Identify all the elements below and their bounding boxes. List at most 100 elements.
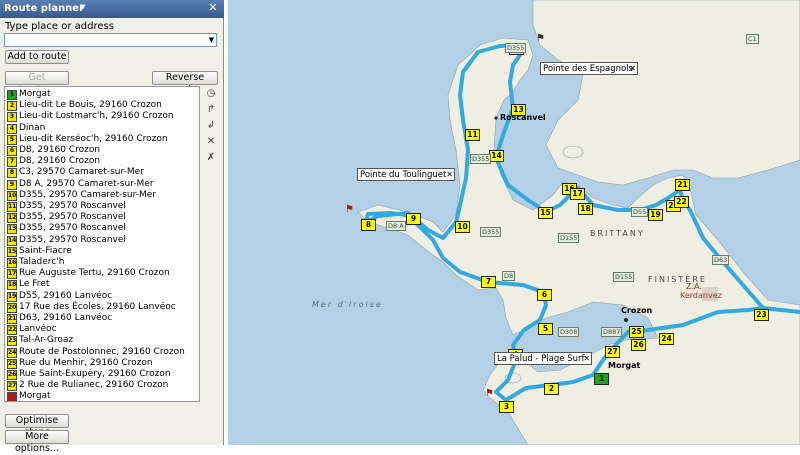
callout-label: La Palud - Plage Surf bbox=[497, 354, 585, 364]
route-marker[interactable]: 8 bbox=[361, 219, 376, 231]
route-marker[interactable]: 26 bbox=[631, 339, 646, 351]
road-label: C1 bbox=[746, 34, 759, 44]
move-down-icon[interactable]: ↲ bbox=[204, 120, 218, 132]
stop-label: Rue Auguste Tertu, 29160 Crozon bbox=[19, 268, 170, 279]
place-morgat: Morgat bbox=[608, 361, 641, 370]
close-icon[interactable]: ✕ bbox=[629, 63, 636, 75]
clock-icon[interactable]: ◷ bbox=[204, 88, 218, 100]
clear-route-icon[interactable]: ✗ bbox=[204, 152, 218, 164]
stop-label: D55, 29160 Lanvéoc bbox=[19, 290, 113, 301]
reverse-route-button[interactable]: Reverse route bbox=[152, 71, 218, 95]
stop-marker-icon: 5 bbox=[7, 134, 17, 145]
route-marker[interactable]: 19 bbox=[648, 209, 663, 221]
route-marker[interactable]: 25 bbox=[629, 326, 644, 338]
stop-marker-icon: 18 bbox=[7, 280, 17, 291]
route-marker[interactable]: 3 bbox=[499, 401, 514, 413]
callout-label: Pointe du Toulinguet bbox=[360, 170, 447, 180]
route-marker[interactable]: 9 bbox=[406, 213, 421, 225]
route-marker[interactable]: 6 bbox=[537, 289, 552, 301]
town-dot-icon bbox=[494, 116, 498, 120]
delete-stop-icon[interactable]: ✕ bbox=[204, 136, 218, 148]
stop-marker-icon: 25 bbox=[7, 358, 17, 369]
get-directions-button[interactable]: Get directions bbox=[5, 71, 69, 95]
stop-marker-icon: 19 bbox=[7, 291, 17, 302]
callout-toulinguet[interactable]: Pointe du Toulinguet ✕ bbox=[357, 168, 455, 181]
route-marker[interactable]: 2 bbox=[544, 383, 559, 395]
stop-label: Saint-Fiacre bbox=[19, 245, 72, 256]
map-canvas[interactable]: ⚑ ⚑ ⚑ bbox=[228, 0, 800, 445]
move-up-icon[interactable]: ↱ bbox=[204, 104, 218, 116]
close-icon[interactable]: ✕ bbox=[446, 169, 453, 181]
stop-label: C3, 29570 Camaret-sur-Mer bbox=[19, 167, 144, 178]
panel-title[interactable]: Route planner bbox=[4, 3, 84, 14]
route-marker[interactable]: 11 bbox=[465, 129, 480, 141]
route-marker[interactable]: 5 bbox=[538, 323, 553, 335]
route-marker[interactable]: 10 bbox=[455, 221, 470, 233]
stop-label: Le Fret bbox=[19, 279, 50, 290]
stop-marker-icon: 26 bbox=[7, 370, 17, 380]
route-marker[interactable]: 18 bbox=[578, 203, 593, 215]
poi-flag-icon: ⚑ bbox=[485, 388, 494, 399]
map-view[interactable]: ⚑ ⚑ ⚑ 1213111410987654123151617181920212… bbox=[228, 0, 800, 445]
island bbox=[562, 145, 584, 159]
town-dot-icon bbox=[624, 318, 628, 322]
stop-label: Lieu-dit Lostmarc'h, 29160 Crozon bbox=[19, 111, 174, 122]
route-marker[interactable]: 22 bbox=[674, 196, 689, 208]
road-label: D355 bbox=[505, 43, 527, 53]
place-kerdanvez: Kerdanvez bbox=[680, 291, 722, 300]
route-planner-panel: Route planner ▼ ✕ Type place or address … bbox=[0, 0, 224, 454]
stop-label: D8, 29160 Crozon bbox=[19, 145, 101, 155]
stops-list: 1 Morgat 2 Lieu-dit Le Bouis, 29160 Crozon 3… bbox=[4, 86, 200, 402]
more-options-button[interactable]: More options... bbox=[5, 430, 69, 454]
route-marker[interactable]: 1 bbox=[594, 373, 609, 385]
stop-label: Route de Postolonnec, 29160 Crozon bbox=[19, 346, 185, 357]
stop-label: D8 A, 29570 Camaret-sur-Mer bbox=[19, 178, 154, 189]
route-marker[interactable]: 15 bbox=[538, 207, 553, 219]
optimise-stops-button[interactable]: Optimise stops bbox=[5, 414, 69, 438]
stop-marker-icon: 15 bbox=[7, 246, 17, 257]
stop-marker-icon: 23 bbox=[7, 336, 17, 347]
callout-palud[interactable]: La Palud - Plage Surf ✕ bbox=[494, 352, 592, 365]
road-label: D308 bbox=[558, 327, 580, 337]
stop-label: Lanvéoc bbox=[19, 324, 57, 335]
route-marker[interactable]: 23 bbox=[754, 309, 769, 321]
stop-label: D8, 29160 Crozon bbox=[19, 156, 101, 167]
stop-marker-icon: 4 bbox=[7, 123, 17, 134]
route-marker[interactable]: 27 bbox=[605, 346, 620, 358]
road-label: D155 bbox=[558, 233, 580, 243]
stop-label: Lieu-dit Le Bouis, 29160 Crozon bbox=[19, 100, 162, 111]
route-marker[interactable]: 24 bbox=[659, 333, 674, 345]
route-marker[interactable]: 21 bbox=[675, 179, 690, 191]
stop-label: D355, 29570 Roscanvel bbox=[19, 212, 126, 223]
stop-label: Tal-Ar-Groaz bbox=[19, 335, 74, 346]
stop-marker-icon: 12 bbox=[7, 213, 17, 224]
stop-marker-icon: 20 bbox=[7, 302, 17, 313]
chevron-down-icon[interactable]: ▼ bbox=[207, 35, 216, 45]
callout-espagnols[interactable]: Pointe des Espagnols ✕ bbox=[540, 62, 638, 75]
stop-label: D355, 29570 Roscanvel bbox=[19, 234, 126, 245]
address-input[interactable] bbox=[4, 33, 217, 47]
stop-label: D355, 29570 Roscanvel bbox=[19, 201, 126, 211]
stop-marker-icon: 14 bbox=[7, 235, 17, 246]
region-brittany: BRITTANY bbox=[590, 229, 645, 238]
stop-label: 17 Rue des Écoles, 29160 Lanvéoc bbox=[19, 301, 176, 312]
place-crozon: Crozon bbox=[621, 306, 653, 315]
stop-marker-icon: 27 bbox=[7, 381, 17, 392]
stop-label: Rue Saint-Exupéry, 29160 Crozon bbox=[19, 369, 171, 379]
route-marker[interactable]: 17 bbox=[570, 188, 585, 200]
stop-marker-icon: 10 bbox=[7, 190, 17, 201]
close-icon[interactable]: ✕ bbox=[207, 2, 219, 14]
stop-label: Lieu-dit Kerséoc'h, 29160 Crozon bbox=[19, 133, 168, 144]
title-dropdown-icon[interactable]: ▼ bbox=[80, 3, 85, 11]
road-label: D63 bbox=[712, 255, 730, 265]
add-to-route-button[interactable]: Add to route bbox=[5, 50, 69, 64]
stop-label: Rue du Menhir, 29160 Crozon bbox=[19, 357, 153, 368]
callout-label: Pointe des Espagnols bbox=[543, 64, 633, 74]
stop-label: Morgat bbox=[19, 391, 51, 402]
poi-flag-icon: ⚑ bbox=[536, 33, 545, 44]
route-marker[interactable]: 7 bbox=[481, 276, 496, 288]
road-label: D8 A bbox=[386, 221, 406, 231]
close-icon[interactable]: ✕ bbox=[583, 353, 590, 365]
road-label: D355 bbox=[480, 227, 502, 237]
road-label: D155 bbox=[613, 272, 635, 282]
